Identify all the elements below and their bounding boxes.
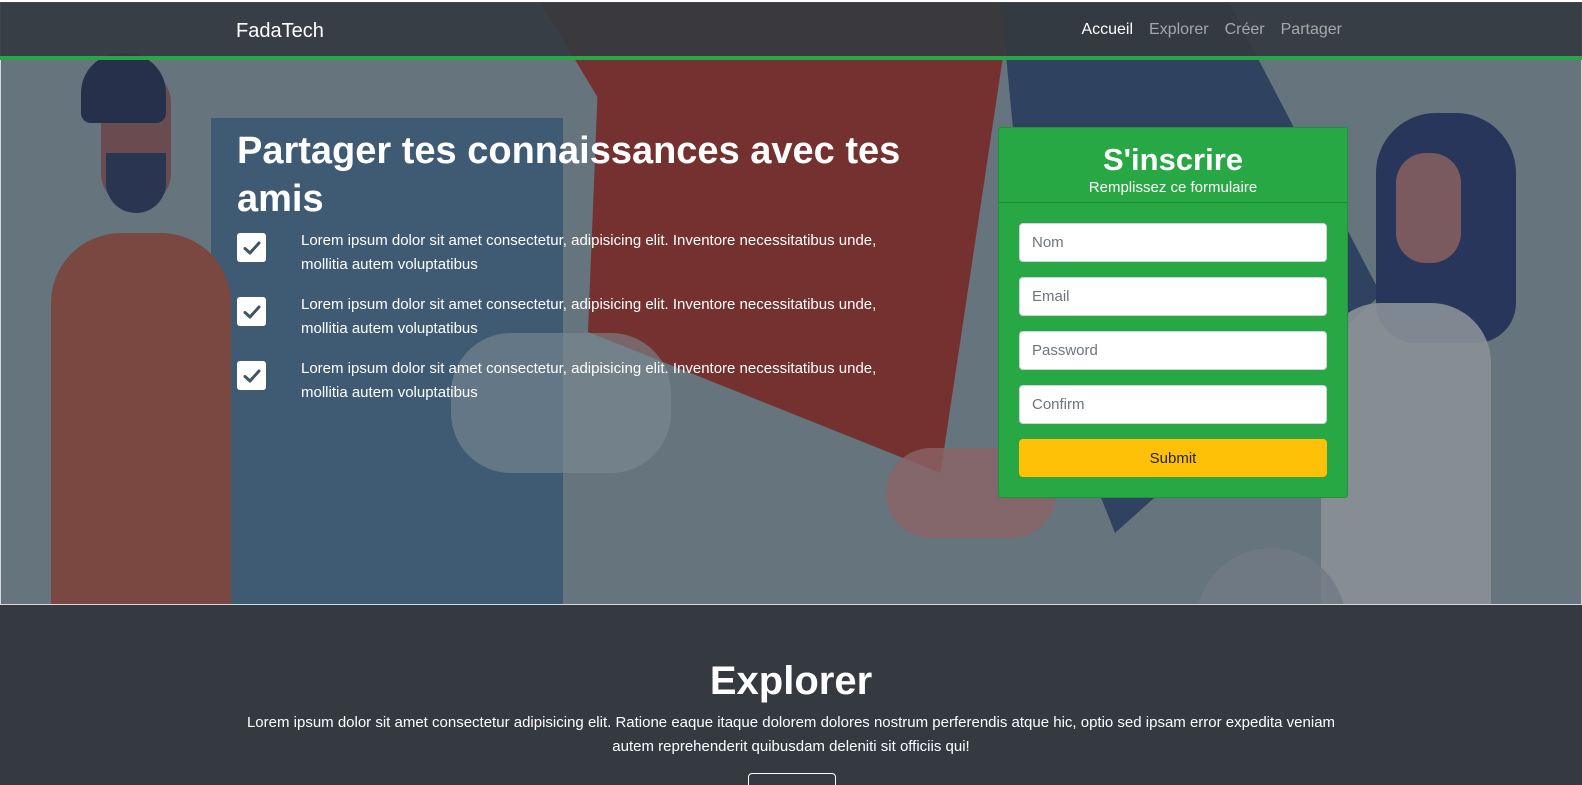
name-field[interactable] (1019, 223, 1327, 262)
hero-title: Partager tes connaissances avec tes amis (237, 130, 901, 220)
explore-text: Lorem ipsum dolor sit amet consectetur a… (246, 714, 1336, 755)
feature-item: Lorem ipsum dolor sit amet consectetur, … (237, 357, 917, 421)
signup-title: S'inscrire (1102, 142, 1244, 177)
signup-subtitle: Remplissez ce formulaire (1088, 179, 1258, 196)
feature-item: Lorem ipsum dolor sit amet consectetur, … (237, 293, 917, 357)
feature-list: Lorem ipsum dolor sit amet consectetur, … (237, 229, 917, 421)
feature-item: Lorem ipsum dolor sit amet consectetur, … (237, 229, 917, 293)
password-field[interactable] (1019, 331, 1327, 370)
page: Partager tes connaissances avec tes amis… (0, 0, 1582, 785)
nav-link-creer[interactable]: Créer (1225, 21, 1265, 39)
hero-section: Partager tes connaissances avec tes amis… (0, 2, 1582, 605)
signup-card: S'inscrire Remplissez ce formulaire Subm… (998, 127, 1348, 498)
feature-text: Lorem ipsum dolor sit amet consectetur, … (301, 232, 877, 273)
brand-logo[interactable]: FadaTech (236, 20, 324, 43)
background-person-hair (81, 53, 166, 123)
feature-text: Lorem ipsum dolor sit amet consectetur, … (301, 296, 877, 337)
email-field[interactable] (1019, 277, 1327, 316)
confirm-password-field[interactable] (1019, 385, 1327, 424)
background-person-head (1396, 153, 1461, 263)
explore-button[interactable] (748, 773, 836, 785)
signup-card-header: S'inscrire Remplissez ce formulaire (999, 128, 1347, 203)
signup-card-body: Submit (999, 203, 1347, 477)
explore-title: Explorer (709, 659, 873, 703)
check-icon (237, 297, 266, 326)
background-person-beard (106, 153, 166, 213)
nav-link-explorer[interactable]: Explorer (1149, 21, 1209, 39)
check-icon (237, 233, 266, 262)
nav-link-partager[interactable]: Partager (1281, 21, 1342, 39)
feature-text: Lorem ipsum dolor sit amet consectetur, … (301, 360, 877, 401)
nav-link-accueil[interactable]: Accueil (1081, 21, 1133, 39)
submit-button[interactable]: Submit (1019, 439, 1327, 477)
nav-links: Accueil Explorer Créer Partager (1081, 21, 1342, 39)
check-icon (237, 361, 266, 390)
explore-section: Explorer Lorem ipsum dolor sit amet cons… (0, 605, 1582, 785)
background-person (51, 233, 231, 604)
navbar: FadaTech Accueil Explorer Créer Partager (0, 2, 1582, 60)
